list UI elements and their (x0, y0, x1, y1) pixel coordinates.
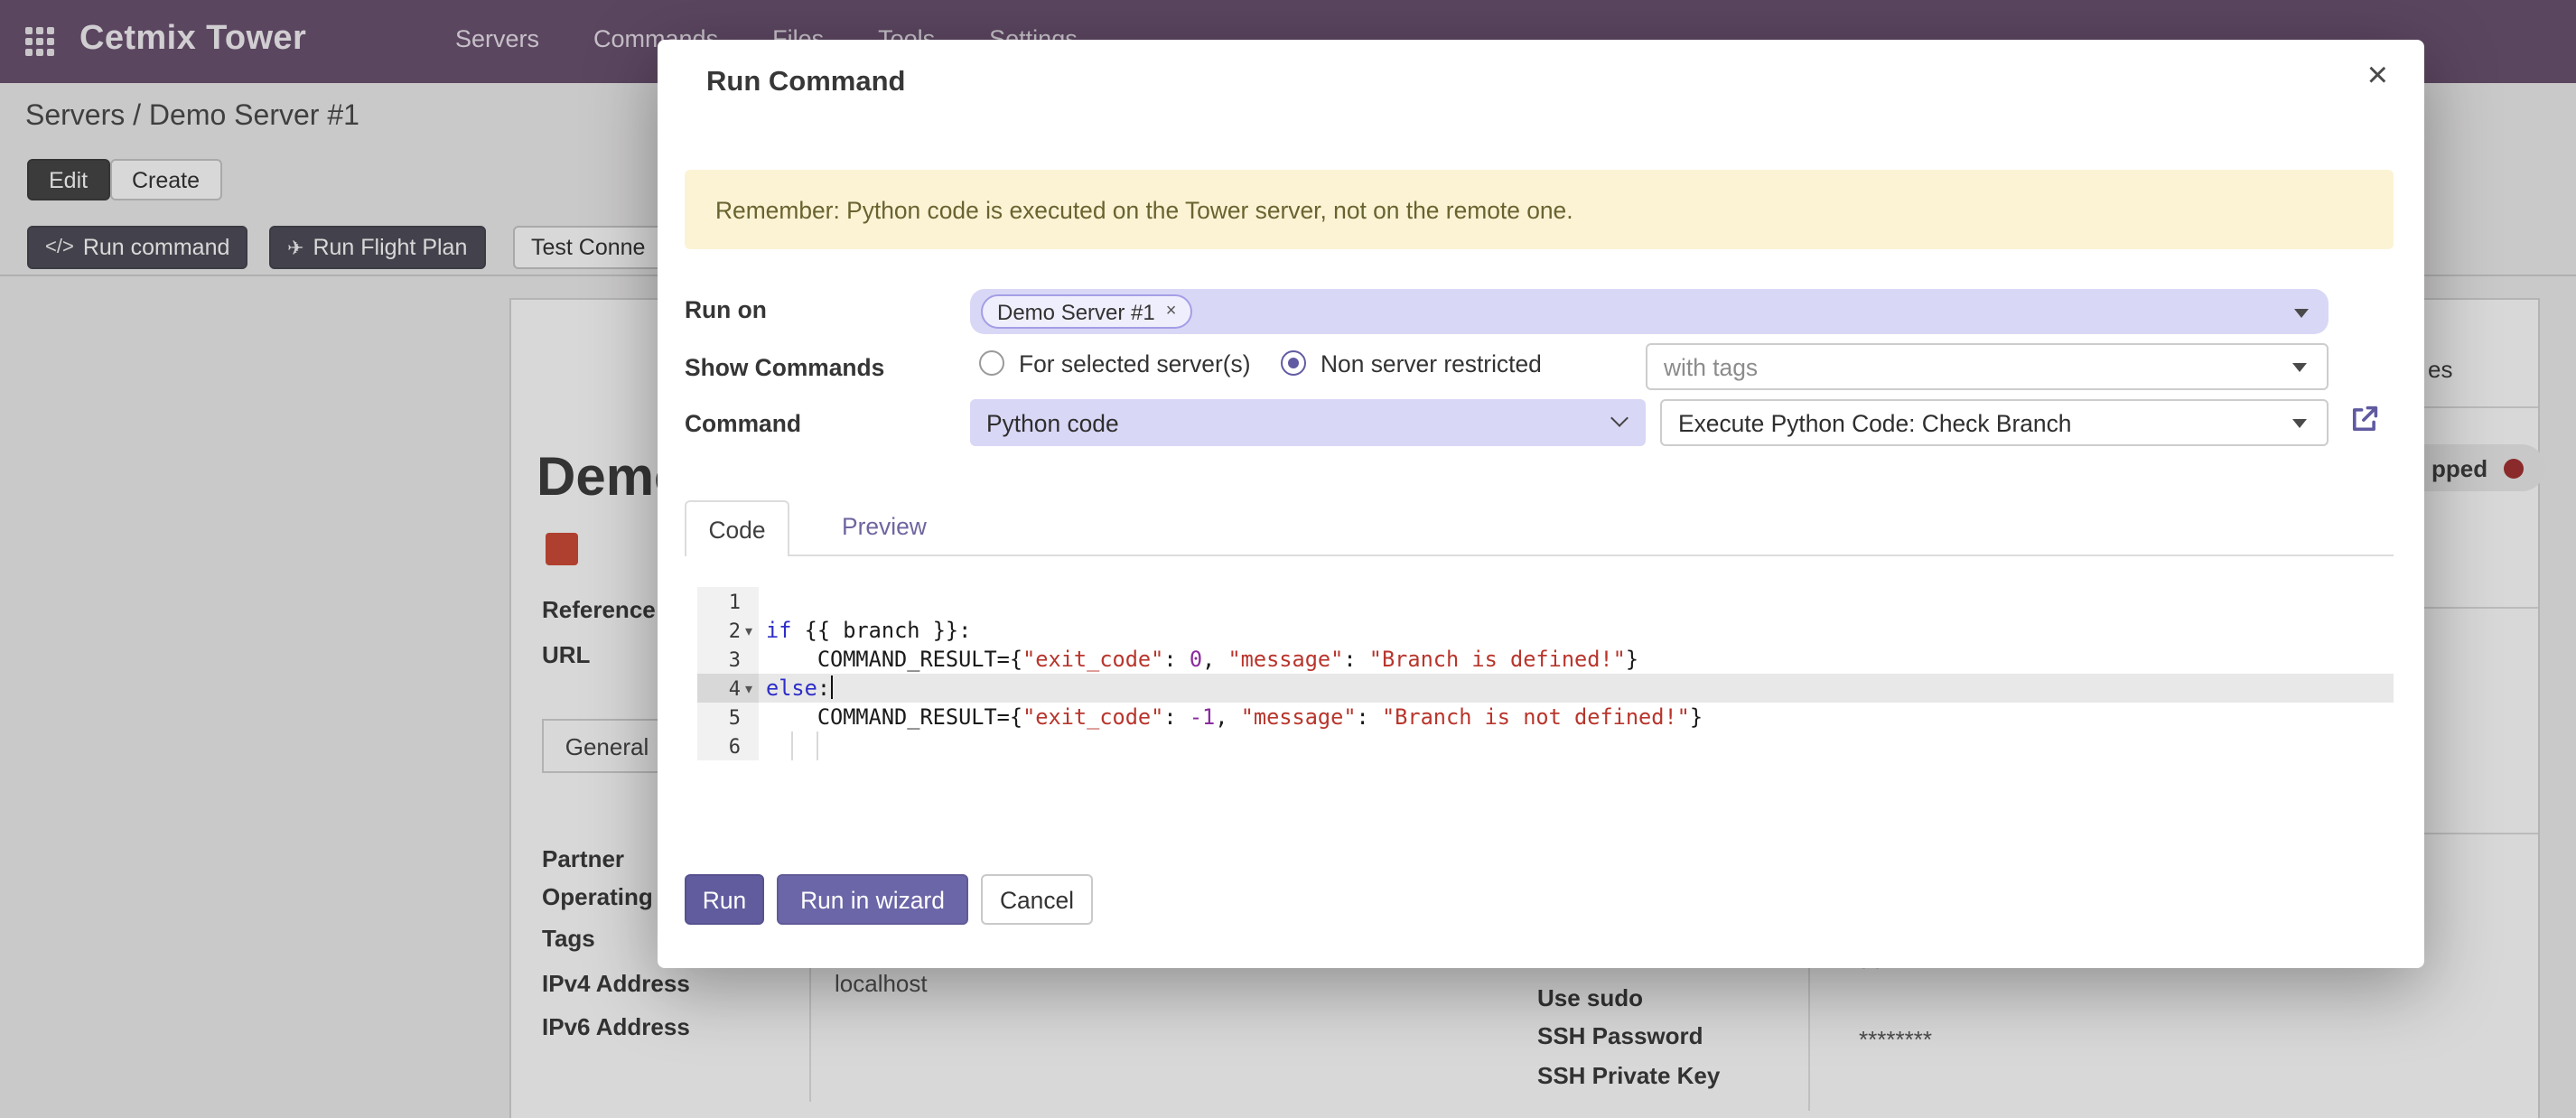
chip-remove-icon[interactable]: × (1166, 302, 1177, 321)
fold-arrow-icon[interactable]: ▾ (741, 680, 757, 696)
gutter-line-number: 2▾ (697, 616, 759, 645)
external-link-icon[interactable] (2348, 403, 2381, 444)
code-line[interactable]: if {{ branch }}: (759, 616, 2394, 645)
gutter-line-number: 6 (697, 731, 759, 760)
chevron-down-icon (2292, 363, 2307, 372)
run-on-label: Run on (685, 296, 767, 323)
radio-for-selected-servers[interactable] (979, 350, 1004, 376)
tab-preview[interactable]: Preview (842, 513, 927, 540)
code-line[interactable]: COMMAND_RESULT={"exit_code": 0, "message… (759, 645, 2394, 674)
radio-label-non-restricted[interactable]: Non server restricted (1321, 350, 1542, 377)
gutter-line-number: 4▾ (697, 674, 759, 703)
tab-code[interactable]: Code (685, 500, 789, 556)
chevron-down-icon (2294, 308, 2309, 317)
tags-select[interactable]: with tags (1646, 343, 2329, 390)
radio-label-selected-servers[interactable]: For selected server(s) (1019, 350, 1251, 377)
editor-gutter: 12▾34▾56 (697, 587, 759, 760)
chevron-down-icon (1610, 409, 1629, 427)
modal-title: Run Command (706, 67, 905, 99)
command-select[interactable]: Execute Python Code: Check Branch (1660, 399, 2329, 446)
run-command-modal: Run Command × Remember: Python code is e… (658, 40, 2424, 968)
radio-non-server-restricted[interactable] (1281, 350, 1306, 376)
gutter-line-number: 5 (697, 703, 759, 731)
command-type-select[interactable]: Python code (970, 399, 1646, 446)
fold-arrow-icon[interactable]: ▾ (741, 622, 757, 638)
run-button[interactable]: Run (685, 874, 764, 925)
code-line[interactable]: else: (759, 674, 2394, 703)
gutter-line-number: 3 (697, 645, 759, 674)
editor-lines[interactable]: if {{ branch }}: COMMAND_RESULT={"exit_c… (759, 587, 2394, 760)
code-line[interactable] (759, 731, 2394, 760)
cancel-button[interactable]: Cancel (981, 874, 1093, 925)
run-on-field[interactable]: Demo Server #1 × (970, 289, 2329, 334)
code-line[interactable] (759, 587, 2394, 616)
gutter-line-number: 1 (697, 587, 759, 616)
warning-alert: Remember: Python code is executed on the… (685, 170, 2394, 249)
chevron-down-icon (2292, 419, 2307, 428)
run-in-wizard-button[interactable]: Run in wizard (777, 874, 968, 925)
screen: Cetmix Tower Servers Commands Files Tool… (0, 0, 2576, 1118)
notebook-tabs: Code Preview (685, 500, 2394, 556)
text-cursor (830, 675, 833, 699)
server-tag-chip: Demo Server #1 × (981, 294, 1192, 329)
show-commands-label: Show Commands (685, 354, 884, 381)
command-label: Command (685, 410, 801, 437)
close-icon[interactable]: × (2367, 58, 2388, 94)
code-line[interactable]: COMMAND_RESULT={"exit_code": -1, "messag… (759, 703, 2394, 731)
